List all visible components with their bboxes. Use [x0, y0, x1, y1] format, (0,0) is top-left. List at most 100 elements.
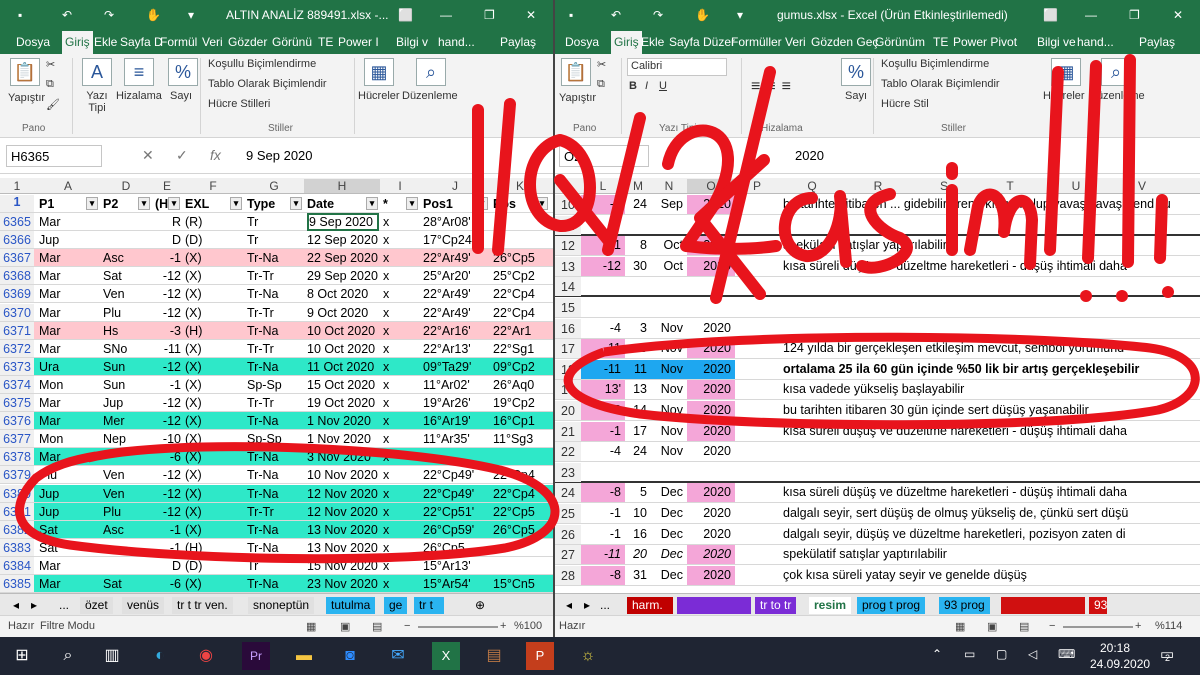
table-cell[interactable]: Sat: [103, 269, 151, 283]
table-row[interactable]: 6369 Mar Ven -12 (X) Tr-Na 8 Oct 2020 x 22°Ar49'…: [0, 285, 553, 304]
table-cell[interactable]: 2020: [687, 545, 735, 565]
tab-review[interactable]: Gözden Geç: [811, 35, 878, 49]
table-cell[interactable]: -10: [155, 432, 181, 446]
row-number[interactable]: 6382: [0, 520, 34, 538]
table-cell[interactable]: 15 Oct 2020: [307, 378, 379, 392]
table-cell[interactable]: Plu: [103, 505, 151, 519]
table-cell[interactable]: -3: [155, 324, 181, 338]
table-row[interactable]: 6367 Mar Asc -1 (X) Tr-Na 22 Sep 2020 x 22°Ar49'…: [0, 249, 553, 268]
table-cell[interactable]: Jup: [39, 233, 99, 247]
table-cell[interactable]: -4: [581, 321, 625, 335]
row-number[interactable]: 6368: [0, 267, 34, 285]
table-cell[interactable]: Tr: [247, 215, 303, 229]
table-row[interactable]: 6385 Mar Sat -6 (X) Tr-Na 23 Nov 2020 x 15°Ar54'…: [0, 575, 553, 593]
zoom-app-icon[interactable]: ◙: [336, 642, 364, 670]
windows-start-icon[interactable]: ⊞: [8, 642, 36, 670]
table-cell[interactable]: 19°Cp2: [493, 396, 549, 410]
table-cell[interactable]: -1: [581, 527, 625, 541]
font-label[interactable]: Yazı Tipi: [82, 90, 112, 114]
table-cell[interactable]: 20: [625, 547, 651, 561]
paste-icon[interactable]: 📋: [10, 58, 40, 86]
table-cell[interactable]: Nov: [651, 321, 687, 335]
table-row[interactable]: 6371 Mar Hs -3 (H) Tr-Na 10 Oct 2020 x 22°Ar16' 2…: [0, 321, 553, 340]
table-cell[interactable]: Tr: [247, 559, 303, 573]
table-cell[interactable]: Nov: [651, 382, 687, 396]
table-cell[interactable]: -1: [581, 506, 625, 520]
table-cell[interactable]: -6: [155, 450, 181, 464]
format-painter-icon[interactable]: 🖌: [46, 98, 60, 111]
table-cell[interactable]: 22°Ar49': [423, 306, 489, 320]
minimize-icon[interactable]: —: [1085, 8, 1097, 22]
table-row[interactable]: 26 -1 16 Dec 2020 dalgalı seyir, düşüş ve düz…: [555, 524, 1200, 545]
table-cell[interactable]: Ven: [103, 487, 151, 501]
row-number[interactable]: 6381: [0, 502, 34, 520]
table-cell[interactable]: 26°Cp59': [423, 523, 489, 537]
table-cell[interactable]: (X): [185, 432, 243, 446]
table-cell[interactable]: Mon: [39, 432, 99, 446]
table-cell[interactable]: Tr-Na: [247, 360, 303, 374]
sheet-tab[interactable]: ge: [384, 597, 408, 614]
font-select[interactable]: Calibri: [627, 58, 727, 76]
row-number[interactable]: 24: [555, 483, 581, 503]
table-cell[interactable]: -12: [155, 505, 181, 519]
row-number[interactable]: 26: [555, 524, 581, 544]
sheet-tab[interactable]: tr t tr ven.: [172, 597, 233, 614]
table-row[interactable]: 11: [555, 215, 1200, 236]
row-number[interactable]: 6370: [0, 303, 34, 321]
table-cell[interactable]: Tr-Tr: [247, 269, 303, 283]
table-cell[interactable]: (X): [185, 468, 243, 482]
function-icon[interactable]: fx: [210, 147, 221, 163]
table-cell[interactable]: Tr-Na: [247, 450, 303, 464]
table-cell[interactable]: 16°Cp1: [493, 414, 549, 428]
table-cell[interactable]: 31: [625, 568, 651, 582]
table-cell[interactable]: Mon: [39, 378, 99, 392]
page-layout-icon[interactable]: ▣: [987, 620, 997, 633]
table-row[interactable]: 28 -8 31 Dec 2020 çok kısa süreli yatay seyir…: [555, 565, 1200, 586]
tab-file[interactable]: Dosya: [565, 35, 599, 49]
italic-icon[interactable]: I: [645, 80, 648, 92]
row-number[interactable]: 17: [555, 339, 581, 359]
sheet-tab[interactable]: tutulma: [326, 597, 376, 614]
table-cell[interactable]: 2020: [687, 527, 735, 541]
redo-icon[interactable]: ↷: [104, 8, 114, 22]
table-cell[interactable]: Hs: [103, 324, 151, 338]
table-cell[interactable]: -11: [581, 545, 625, 565]
table-cell[interactable]: Tr-Na: [247, 523, 303, 537]
bold-icon[interactable]: B: [629, 80, 637, 92]
format-as-table-button[interactable]: Tablo Olarak Biçimlendir: [881, 78, 1000, 90]
filter-dropdown-icon[interactable]: ▾: [476, 197, 488, 210]
table-cell[interactable]: 2020: [687, 506, 735, 520]
table-cell[interactable]: SNo: [103, 342, 151, 356]
zoom-slider[interactable]: [1063, 626, 1133, 628]
table-cell[interactable]: Tr-Na: [247, 324, 303, 338]
scroll-left-icon[interactable]: ◂: [561, 597, 577, 614]
table-row[interactable]: 21 -1 17 Nov 2020 kısa süreli düşüş ve düzelt…: [555, 421, 1200, 442]
table-cell[interactable]: Tr-Na: [247, 251, 303, 265]
volume-icon[interactable]: ◁: [1028, 647, 1037, 661]
table-cell[interactable]: ortalama 25 ila 60 gün içinde %50 lik bi…: [779, 362, 1199, 376]
tab-formulas[interactable]: Formüller: [731, 35, 782, 49]
table-cell[interactable]: (X): [185, 396, 243, 410]
filter-dropdown-icon[interactable]: ▾: [290, 197, 302, 210]
cell-styles-button[interactable]: Hücre Stil: [881, 98, 929, 110]
scroll-right-icon[interactable]: ▸: [579, 597, 595, 614]
filter-dropdown-icon[interactable]: ▾: [406, 197, 418, 210]
table-cell[interactable]: Tr-Tr: [247, 342, 303, 356]
close-icon[interactable]: ✕: [526, 8, 536, 22]
table-cell[interactable]: Mar: [39, 306, 99, 320]
zoom-out-icon[interactable]: −: [404, 620, 410, 632]
table-cell[interactable]: 1 Nov 2020: [307, 414, 379, 428]
table-cell[interactable]: x: [383, 396, 419, 410]
table-cell[interactable]: Mar: [39, 324, 99, 338]
cell-styles-button[interactable]: Hücre Stilleri: [208, 98, 270, 110]
restore-icon[interactable]: ❐: [484, 8, 495, 22]
table-cell[interactable]: (X): [185, 577, 243, 591]
copy-icon[interactable]: ⧉: [597, 78, 605, 91]
table-cell[interactable]: Mar: [39, 287, 99, 301]
zoom-out-icon[interactable]: −: [1049, 620, 1055, 632]
table-cell[interactable]: 11: [625, 359, 651, 379]
table-cell[interactable]: 14: [625, 403, 651, 417]
table-cell[interactable]: -1: [155, 541, 181, 555]
name-box[interactable]: O2: [559, 145, 649, 167]
zoom-in-icon[interactable]: +: [500, 620, 506, 632]
